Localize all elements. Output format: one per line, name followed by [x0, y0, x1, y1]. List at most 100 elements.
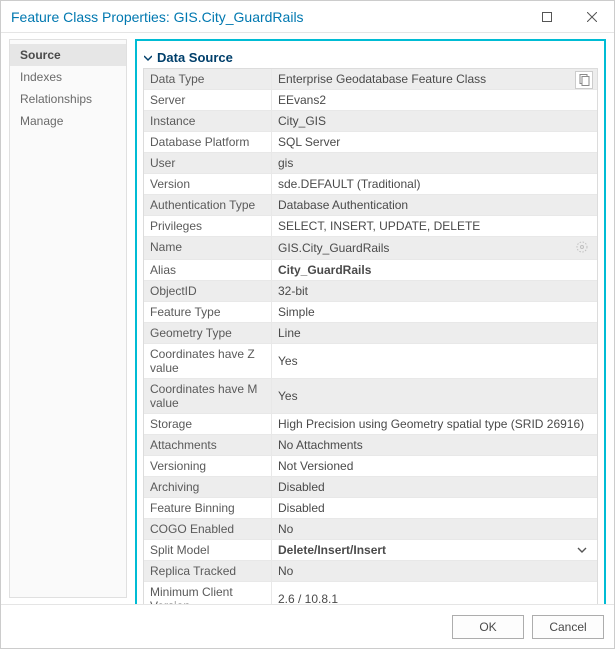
- value: SQL Server: [272, 132, 597, 152]
- label: Authentication Type: [144, 195, 272, 215]
- label: Replica Tracked: [144, 561, 272, 581]
- row-storage: StorageHigh Precision using Geometry spa…: [144, 414, 597, 435]
- row-version: Versionsde.DEFAULT (Traditional): [144, 174, 597, 195]
- row-attachments: AttachmentsNo Attachments: [144, 435, 597, 456]
- row-min-client: Minimum Client Version2.6 / 10.8.1: [144, 582, 597, 604]
- value: Disabled: [272, 477, 597, 497]
- cancel-button[interactable]: Cancel: [532, 615, 604, 639]
- close-icon: [587, 12, 597, 22]
- label: Feature Binning: [144, 498, 272, 518]
- label: Database Platform: [144, 132, 272, 152]
- sidebar-item-manage[interactable]: Manage: [10, 110, 126, 132]
- label: Instance: [144, 111, 272, 131]
- label: Split Model: [144, 540, 272, 560]
- label: Storage: [144, 414, 272, 434]
- row-name: Name GIS.City_GuardRails: [144, 237, 597, 260]
- section-title: Data Source: [157, 50, 233, 65]
- value-text: GIS.City_GuardRails: [278, 241, 389, 255]
- value: City_GIS: [272, 111, 597, 131]
- label: Server: [144, 90, 272, 110]
- value[interactable]: City_GuardRails: [272, 260, 597, 280]
- maximize-button[interactable]: [524, 1, 569, 32]
- value-text: Delete/Insert/Insert: [278, 543, 386, 557]
- button-label: OK: [479, 620, 496, 634]
- value: SELECT, INSERT, UPDATE, DELETE: [272, 216, 597, 236]
- row-binning: Feature BinningDisabled: [144, 498, 597, 519]
- row-has-z: Coordinates have Z valueYes: [144, 344, 597, 379]
- value: gis: [272, 153, 597, 173]
- label: Versioning: [144, 456, 272, 476]
- label: User: [144, 153, 272, 173]
- row-feature-type: Feature TypeSimple: [144, 302, 597, 323]
- ok-button[interactable]: OK: [452, 615, 524, 639]
- label: Archiving: [144, 477, 272, 497]
- row-privileges: PrivilegesSELECT, INSERT, UPDATE, DELETE: [144, 216, 597, 237]
- value: Yes: [272, 379, 597, 413]
- sidebar-item-label: Relationships: [20, 92, 92, 106]
- button-label: Cancel: [549, 620, 586, 634]
- value: Disabled: [272, 498, 597, 518]
- label: Data Type: [144, 69, 272, 89]
- label: Coordinates have M value: [144, 379, 272, 413]
- value: Not Versioned: [272, 456, 597, 476]
- sidebar-item-label: Source: [20, 48, 61, 62]
- value: Simple: [272, 302, 597, 322]
- properties-grid: Data TypeEnterprise Geodatabase Feature …: [143, 68, 598, 604]
- window-title: Feature Class Properties: GIS.City_Guard…: [11, 9, 524, 25]
- sidebar: Source Indexes Relationships Manage: [9, 39, 127, 598]
- sidebar-item-relationships[interactable]: Relationships: [10, 88, 126, 110]
- value: 2.6 / 10.8.1: [272, 582, 597, 604]
- row-db-platform: Database PlatformSQL Server: [144, 132, 597, 153]
- row-instance: InstanceCity_GIS: [144, 111, 597, 132]
- sidebar-item-label: Indexes: [20, 70, 62, 84]
- value: Line: [272, 323, 597, 343]
- label: Attachments: [144, 435, 272, 455]
- data-source-header[interactable]: Data Source: [143, 47, 598, 68]
- value: Database Authentication: [272, 195, 597, 215]
- dialog-footer: OK Cancel: [1, 604, 614, 648]
- split-model-select[interactable]: Delete/Insert/Insert: [272, 540, 597, 560]
- gear-icon[interactable]: [575, 240, 591, 256]
- row-user: Usergis: [144, 153, 597, 174]
- value: No: [272, 561, 597, 581]
- label: Name: [144, 237, 272, 259]
- close-button[interactable]: [569, 1, 614, 32]
- row-objectid: ObjectID32-bit: [144, 281, 597, 302]
- titlebar: Feature Class Properties: GIS.City_Guard…: [1, 1, 614, 33]
- row-archiving: ArchivingDisabled: [144, 477, 597, 498]
- value: 32-bit: [272, 281, 597, 301]
- sidebar-item-label: Manage: [20, 114, 63, 128]
- sidebar-item-source[interactable]: Source: [10, 44, 126, 66]
- row-alias: AliasCity_GuardRails: [144, 260, 597, 281]
- dialog-body: Source Indexes Relationships Manage Data…: [1, 33, 614, 604]
- row-cogo: COGO EnabledNo: [144, 519, 597, 540]
- label: Alias: [144, 260, 272, 280]
- value: Enterprise Geodatabase Feature Class: [272, 69, 597, 89]
- row-replica: Replica TrackedNo: [144, 561, 597, 582]
- chevron-down-icon: [577, 543, 591, 557]
- dialog-window: Feature Class Properties: GIS.City_Guard…: [0, 0, 615, 649]
- label: Geometry Type: [144, 323, 272, 343]
- value: sde.DEFAULT (Traditional): [272, 174, 597, 194]
- row-split-model: Split Model Delete/Insert/Insert: [144, 540, 597, 561]
- chevron-down-icon: [143, 53, 153, 63]
- value: No Attachments: [272, 435, 597, 455]
- label: Coordinates have Z value: [144, 344, 272, 378]
- label: COGO Enabled: [144, 519, 272, 539]
- sidebar-item-indexes[interactable]: Indexes: [10, 66, 126, 88]
- value: No: [272, 519, 597, 539]
- value: EEvans2: [272, 90, 597, 110]
- data-source-section: Data Source Data TypeEnterprise Geodatab…: [135, 39, 606, 604]
- row-versioning: VersioningNot Versioned: [144, 456, 597, 477]
- label: Version: [144, 174, 272, 194]
- label: Minimum Client Version: [144, 582, 272, 604]
- main-panel: Data Source Data TypeEnterprise Geodatab…: [131, 33, 614, 604]
- value: GIS.City_GuardRails: [272, 237, 597, 259]
- maximize-icon: [542, 12, 552, 22]
- row-data-type: Data TypeEnterprise Geodatabase Feature …: [144, 69, 597, 90]
- value: Yes: [272, 344, 597, 378]
- label: Privileges: [144, 216, 272, 236]
- row-auth-type: Authentication TypeDatabase Authenticati…: [144, 195, 597, 216]
- row-has-m: Coordinates have M valueYes: [144, 379, 597, 414]
- label: ObjectID: [144, 281, 272, 301]
